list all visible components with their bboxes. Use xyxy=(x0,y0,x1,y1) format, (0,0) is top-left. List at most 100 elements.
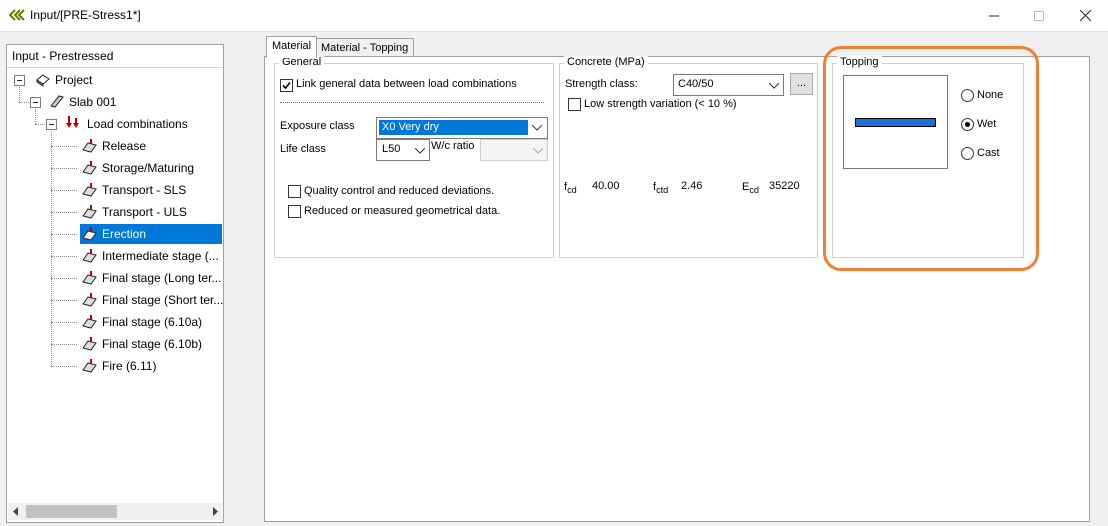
tree-item-fire[interactable]: Fire (6.11) xyxy=(80,356,222,376)
close-icon xyxy=(1079,10,1091,21)
ecd-value: 35220 xyxy=(769,180,800,192)
tree-item-label: Storage/Maturing xyxy=(102,161,195,175)
tree-item-storage-maturing[interactable]: Storage/Maturing xyxy=(80,158,222,178)
concrete-group-title: Concrete (MPa) xyxy=(564,56,648,68)
link-general-data-checkbox[interactable] xyxy=(280,79,293,92)
low-strength-variation-checkbox[interactable] xyxy=(568,98,581,111)
ecd-subscript: cd xyxy=(749,185,760,196)
app-logo-icon xyxy=(9,9,25,21)
tree-item-label: Final stage (Long ter... xyxy=(102,271,222,285)
exposure-class-dropdown[interactable]: X0 Very dry xyxy=(376,117,548,139)
tree-connector xyxy=(51,190,77,191)
tree-item-erection[interactable]: Erection xyxy=(80,224,222,244)
load-case-icon xyxy=(82,205,97,219)
scroll-left-icon[interactable] xyxy=(12,507,20,516)
wc-ratio-dropdown[interactable] xyxy=(480,139,548,161)
life-class-dropdown[interactable]: L50 xyxy=(376,139,430,161)
tree-connector xyxy=(51,344,77,345)
tree-item-label: Release xyxy=(102,139,147,153)
tree-item-final-stage-long[interactable]: Final stage (Long ter... xyxy=(80,268,222,288)
tree-item-transport-uls[interactable]: Transport - ULS xyxy=(80,202,222,222)
load-case-icon xyxy=(82,337,97,351)
tree-connector xyxy=(51,322,77,323)
collapse-toggle[interactable] xyxy=(46,119,57,130)
fcd-subscript: cd xyxy=(567,185,577,196)
tree-connector xyxy=(35,124,45,125)
input-tree-panel: Input - Prestressed Project Slab 001 Loa… xyxy=(6,44,224,523)
tree-connector xyxy=(51,278,77,279)
scrollbar-thumb[interactable] xyxy=(26,505,117,518)
tree-header: Input - Prestressed xyxy=(7,45,223,68)
browse-button[interactable]: ... xyxy=(790,73,813,95)
tree-item-intermediate-stage[interactable]: Intermediate stage (... xyxy=(80,246,222,266)
tree-item-label: Fire (6.11) xyxy=(102,359,157,373)
close-button[interactable] xyxy=(1062,0,1108,31)
ecd-symbol: Ecd xyxy=(742,181,759,195)
tree-connector xyxy=(51,300,77,301)
minimize-button[interactable] xyxy=(971,0,1017,31)
quality-control-label: Quality control and reduced deviations. xyxy=(304,185,495,197)
load-case-icon xyxy=(82,271,97,285)
tab-material-topping[interactable]: Material - Topping xyxy=(315,38,415,58)
collapse-toggle[interactable] xyxy=(30,97,41,108)
slab-icon xyxy=(50,95,64,108)
tree-item-label: Erection xyxy=(102,227,147,241)
tree-item-label: Load combinations xyxy=(87,117,188,131)
quality-control-checkbox[interactable] xyxy=(288,185,301,198)
load-case-icon xyxy=(82,161,97,175)
checkmark-icon xyxy=(282,81,291,90)
load-case-icon xyxy=(82,227,97,241)
maximize-icon xyxy=(1034,10,1044,21)
chevron-down-icon xyxy=(532,125,542,131)
fctd-symbol: fctd xyxy=(653,181,668,195)
link-general-data-label: Link general data between load combinati… xyxy=(296,78,517,90)
fcd-symbol: fcd xyxy=(564,181,577,195)
tree-item-label: Transport - SLS xyxy=(102,183,187,197)
strength-class-dropdown[interactable]: C40/50 xyxy=(673,74,784,96)
tree-item-final-stage-610a[interactable]: Final stage (6.10a) xyxy=(80,312,222,332)
fctd-subscript: ctd xyxy=(656,185,669,196)
tree-connector xyxy=(51,168,77,169)
tree-header-label: Input - Prestressed xyxy=(12,49,114,63)
highlight-annotation xyxy=(823,46,1039,271)
tree-item-final-stage-610b[interactable]: Final stage (6.10b) xyxy=(80,334,222,354)
tree-item-label: Final stage (Short ter... xyxy=(102,293,224,307)
load-case-icon xyxy=(82,183,97,197)
divider xyxy=(280,102,544,103)
tab-material[interactable]: Material xyxy=(266,36,318,58)
maximize-button[interactable] xyxy=(1016,0,1062,31)
scroll-right-icon[interactable] xyxy=(211,507,219,516)
window-title: Input/[PRE-Stress1*] xyxy=(30,8,141,22)
reduced-geometry-checkbox[interactable] xyxy=(288,205,301,218)
fcd-value: 40.00 xyxy=(592,180,620,192)
tree-item-label: Transport - ULS xyxy=(102,205,187,219)
chevron-down-icon xyxy=(533,148,543,154)
tree-item-load-combinations[interactable]: Load combinations xyxy=(45,114,220,134)
tree-connector xyxy=(19,102,29,103)
load-case-icon xyxy=(82,249,97,263)
fctd-value: 2.46 xyxy=(681,180,703,192)
chevron-down-icon xyxy=(415,148,425,154)
life-class-value: L50 xyxy=(382,143,401,155)
tree-item-transport-sls[interactable]: Transport - SLS xyxy=(80,180,222,200)
tree-item-final-stage-short[interactable]: Final stage (Short ter... xyxy=(80,290,224,310)
tree-item-label: Final stage (6.10a) xyxy=(102,315,203,329)
tree-item-slab[interactable]: Slab 001 xyxy=(29,92,219,112)
load-case-icon xyxy=(82,293,97,307)
tree-connector xyxy=(51,366,77,367)
low-strength-variation-label: Low strength variation (< 10 %) xyxy=(584,98,737,110)
tree-item-release[interactable]: Release xyxy=(80,136,222,156)
tree-horizontal-scrollbar[interactable] xyxy=(8,503,222,520)
collapse-toggle[interactable] xyxy=(14,75,25,86)
load-case-icon xyxy=(82,359,97,373)
tree-item-project[interactable]: Project xyxy=(13,70,213,90)
life-class-label: Life class xyxy=(280,143,326,155)
load-case-icon xyxy=(82,139,97,153)
exposure-class-label: Exposure class xyxy=(280,120,355,132)
tree-item-label: Slab 001 xyxy=(69,95,117,109)
tree-connector xyxy=(51,146,77,147)
tree-item-label: Final stage (6.10b) xyxy=(102,337,203,351)
title-bar: Input/[PRE-Stress1*] xyxy=(0,0,1108,32)
minimize-icon xyxy=(989,15,999,16)
wc-ratio-label: W/c ratio xyxy=(431,140,475,152)
